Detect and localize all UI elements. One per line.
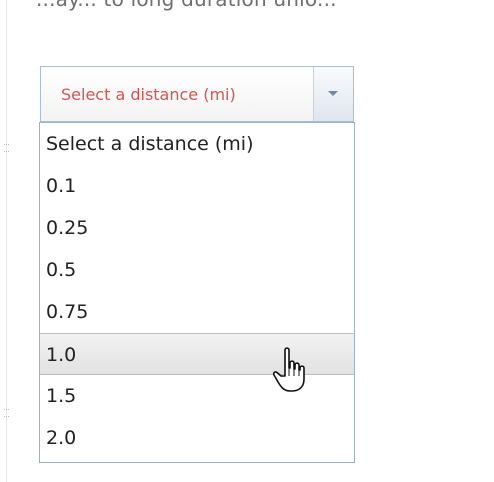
left-edge-marker: [4, 409, 9, 417]
chevron-down-icon: [328, 91, 338, 96]
hand-pointer-icon: [272, 347, 305, 392]
page-heading: ...ay... to long duration unlo...: [36, 0, 337, 11]
option-0-5[interactable]: 0.5: [40, 249, 354, 291]
option-0-75[interactable]: 0.75: [40, 291, 354, 333]
distance-options-list: Select a distance (mi) 0.1 0.25 0.5 0.75…: [39, 122, 355, 463]
left-edge-marker: [4, 144, 9, 152]
option-0-1[interactable]: 0.1: [40, 165, 354, 207]
option-0-25[interactable]: 0.25: [40, 207, 354, 249]
select-value: Select a distance (mi): [61, 85, 236, 104]
dropdown-toggle-button[interactable]: [313, 67, 353, 121]
distance-select[interactable]: Select a distance (mi): [40, 66, 354, 122]
option-select-a-distance[interactable]: Select a distance (mi): [40, 123, 354, 165]
option-2-0[interactable]: 2.0: [40, 417, 354, 459]
